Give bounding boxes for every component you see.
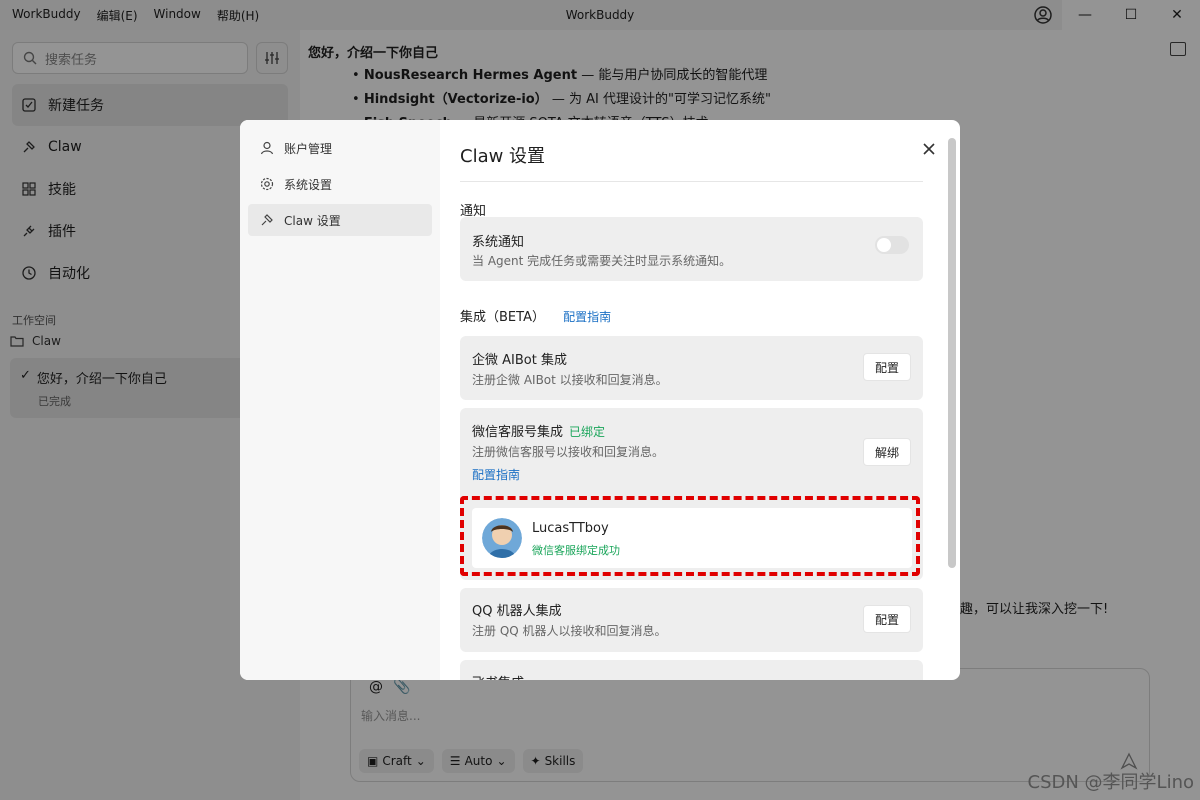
settings-nav-account[interactable]: 账户管理 bbox=[248, 132, 432, 164]
card-desc: 注册 QQ 机器人以接收和回复消息。 bbox=[472, 624, 667, 638]
settings-nav: 账户管理 系统设置 Claw 设置 bbox=[240, 120, 440, 680]
system-notify-toggle[interactable] bbox=[875, 236, 909, 254]
bound-user-name: LucasTTboy bbox=[532, 521, 609, 536]
settings-nav-label: Claw 设置 bbox=[284, 213, 341, 228]
settings-nav-claw[interactable]: Claw 设置 bbox=[248, 204, 432, 236]
modal-title: Claw 设置 bbox=[460, 146, 546, 167]
wechat-unbind-button[interactable]: 解绑 bbox=[863, 438, 911, 466]
scrollbar[interactable] bbox=[946, 130, 956, 675]
settings-nav-label: 账户管理 bbox=[284, 141, 333, 156]
card-title: 飞书集成 bbox=[472, 672, 524, 680]
bound-user-row: LucasTTboy 微信客服绑定成功 bbox=[472, 508, 912, 568]
user-icon bbox=[260, 141, 274, 155]
section-integration-label: 集成（BETA） bbox=[460, 310, 545, 325]
card-desc: 注册企微 AIBot 以接收和回复消息。 bbox=[472, 373, 668, 387]
card-system-notify: 系统通知 当 Agent 完成任务或需要关注时显示系统通知。 bbox=[460, 217, 923, 281]
card-desc: 当 Agent 完成任务或需要关注时显示系统通知。 bbox=[472, 254, 732, 268]
card-title: 系统通知 bbox=[472, 235, 525, 250]
avatar bbox=[482, 518, 522, 558]
settings-content: Claw 设置 通知 系统通知 当 Agent 完成任务或需要关注时显示系统通知… bbox=[440, 120, 960, 680]
divider bbox=[460, 181, 923, 182]
card-wecom: 企微 AIBot 集成 注册企微 AIBot 以接收和回复消息。 配置 bbox=[460, 336, 923, 400]
section-integration: 集成（BETA） 配置指南 bbox=[460, 306, 611, 325]
wecom-config-button[interactable]: 配置 bbox=[863, 353, 911, 381]
gear-icon bbox=[260, 177, 274, 191]
card-feishu: 飞书集成 bbox=[460, 660, 923, 680]
watermark: CSDN @李同学Lino bbox=[1027, 772, 1195, 793]
settings-modal: 账户管理 系统设置 Claw 设置 Claw 设置 通知 系统通知 当 Agen… bbox=[240, 120, 960, 680]
card-title: QQ 机器人集成 bbox=[472, 604, 562, 619]
status-badge: 已绑定 bbox=[569, 425, 606, 439]
card-desc: 注册微信客服号以接收和回复消息。 bbox=[472, 445, 665, 459]
card-qq: QQ 机器人集成 注册 QQ 机器人以接收和回复消息。 配置 bbox=[460, 588, 923, 652]
qq-config-button[interactable]: 配置 bbox=[863, 605, 911, 633]
close-icon[interactable] bbox=[920, 140, 938, 158]
card-title-row: 微信客服号集成 已绑定 bbox=[472, 421, 605, 440]
bound-user-status: 微信客服绑定成功 bbox=[532, 544, 620, 557]
config-guide-link[interactable]: 配置指南 bbox=[563, 310, 611, 324]
settings-nav-system[interactable]: 系统设置 bbox=[248, 168, 432, 200]
card-title: 企微 AIBot 集成 bbox=[472, 353, 567, 368]
claw-icon bbox=[261, 214, 273, 226]
wechat-config-guide-link[interactable]: 配置指南 bbox=[472, 466, 520, 483]
card-title: 微信客服号集成 bbox=[472, 425, 564, 440]
settings-nav-label: 系统设置 bbox=[284, 177, 333, 192]
scroll-thumb[interactable] bbox=[948, 138, 956, 568]
